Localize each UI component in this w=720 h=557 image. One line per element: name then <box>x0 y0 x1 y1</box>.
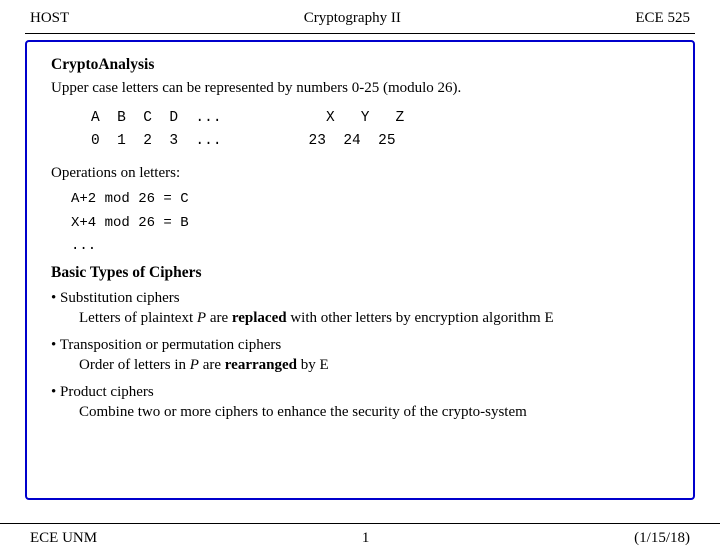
footer: ECE UNM 1 (1/15/18) <box>0 523 720 557</box>
cipher2-text3: by E <box>297 357 329 373</box>
footer-right: (1/15/18) <box>634 530 690 547</box>
section2-title: Basic Types of Ciphers <box>51 264 669 282</box>
letter-row: A B C D ... X Y Z 0 1 2 3 ... 23 24 25 <box>91 107 669 153</box>
cipher1-text2: are <box>206 310 232 326</box>
code-block: A+2 mod 26 = C X+4 mod 26 = B <box>71 188 669 236</box>
op1: A+2 mod 26 = C <box>71 188 669 212</box>
header-center: Cryptography II <box>304 10 401 27</box>
intro-text: Upper case letters can be represented by… <box>51 80 669 97</box>
footer-left: ECE UNM <box>30 530 97 547</box>
number-row1: 0 1 2 3 ... 23 24 25 <box>91 130 669 153</box>
op2: X+4 mod 26 = B <box>71 212 669 236</box>
cipher3-item: • Product ciphers Combine two or more ci… <box>51 384 669 421</box>
cipher2-bullet: • Transposition or permutation ciphers <box>51 337 669 354</box>
header: HOST Cryptography II ECE 525 <box>0 0 720 33</box>
cipher2-item: • Transposition or permutation ciphers O… <box>51 337 669 374</box>
header-left: HOST <box>30 10 69 27</box>
cipher3-bullet: • Product ciphers <box>51 384 669 401</box>
cipher3-desc: Combine two or more ciphers to enhance t… <box>79 404 669 421</box>
content-box: CryptoAnalysis Upper case letters can be… <box>25 40 695 500</box>
cipher1-desc: Letters of plaintext P are replaced with… <box>79 310 669 327</box>
section1-title: CryptoAnalysis <box>51 56 669 74</box>
cipher2-italic: P <box>190 357 199 373</box>
cipher1-text1: Letters of plaintext <box>79 310 197 326</box>
cipher1-item: • Substitution ciphers Letters of plaint… <box>51 290 669 327</box>
cipher1-bullet: • Substitution ciphers <box>51 290 669 307</box>
cipher1-italic: P <box>197 310 206 326</box>
cipher2-text2: are <box>199 357 225 373</box>
ellipsis: ... <box>71 238 669 254</box>
cipher2-text1: Order of letters in <box>79 357 190 373</box>
header-right: ECE 525 <box>635 10 690 27</box>
cipher1-bold: replaced <box>232 310 287 326</box>
cipher2-bold: rearranged <box>225 357 297 373</box>
letter-row1: A B C D ... X Y Z <box>91 107 669 130</box>
cipher1-text3: with other letters by encryption algorit… <box>287 310 554 326</box>
footer-center: 1 <box>362 530 370 547</box>
header-divider <box>25 33 695 34</box>
ops-label: Operations on letters: <box>51 165 669 182</box>
cipher2-desc: Order of letters in P are rearranged by … <box>79 357 669 374</box>
